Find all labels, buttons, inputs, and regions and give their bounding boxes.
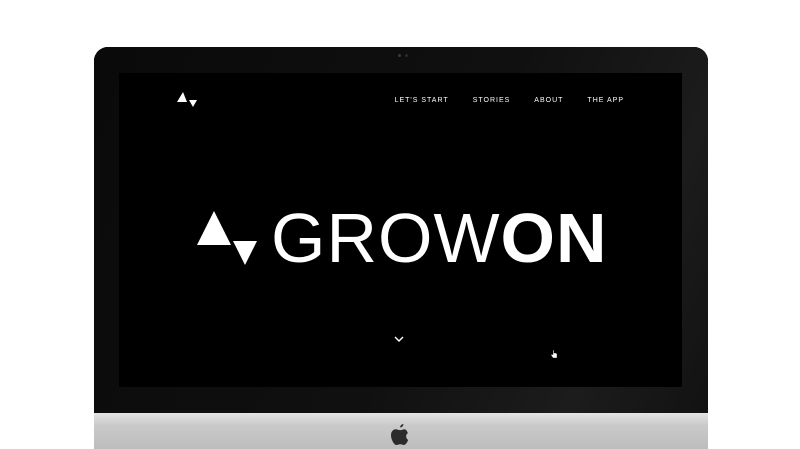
nav-about[interactable]: ABOUT [534, 97, 563, 104]
monitor-bezel: LET'S START STORIES ABOUT THE APP GROWON [94, 47, 708, 413]
growon-logo-icon[interactable] [177, 90, 197, 108]
hero-logo: GROWON [197, 203, 608, 273]
camera-icon [398, 54, 401, 57]
hero-wordmark: GROWON [271, 203, 608, 273]
imac-monitor: LET'S START STORIES ABOUT THE APP GROWON [94, 47, 708, 449]
nav-the-app[interactable]: THE APP [587, 97, 624, 104]
main-nav: LET'S START STORIES ABOUT THE APP [395, 97, 624, 104]
growon-logo-icon [197, 211, 257, 265]
hero-word-grow: GROW [271, 199, 501, 277]
nav-stories[interactable]: STORIES [473, 97, 511, 104]
camera-sensor-icon [405, 54, 408, 57]
apple-logo-icon [391, 424, 409, 445]
hand-cursor-icon [550, 349, 558, 359]
hero-word-on: ON [500, 199, 608, 277]
website-screen: LET'S START STORIES ABOUT THE APP GROWON [119, 73, 682, 387]
nav-lets-start[interactable]: LET'S START [395, 97, 449, 104]
chevron-down-icon[interactable] [394, 335, 404, 343]
monitor-chin [94, 413, 708, 449]
